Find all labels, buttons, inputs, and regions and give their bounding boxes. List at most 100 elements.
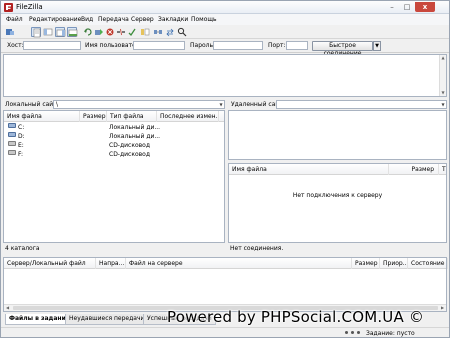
remote-status: Нет соединения. [230, 245, 284, 252]
scroll-down-icon[interactable]: ▼ [440, 90, 446, 96]
column-status[interactable]: Состояние [408, 258, 448, 269]
local-site-bar: Локальный сайт: \ ▼ [3, 99, 225, 110]
local-site-path-value: \ [56, 101, 59, 108]
menu-view[interactable]: Вид [81, 16, 93, 23]
toolbar [1, 25, 449, 39]
refresh-icon[interactable] [83, 27, 93, 37]
port-input[interactable] [286, 41, 308, 50]
minimize-button[interactable]: – [385, 2, 399, 12]
local-status: 4 каталога [5, 245, 40, 252]
scroll-left-icon[interactable]: ◀ [4, 305, 11, 311]
username-input[interactable] [133, 41, 185, 50]
search-files-icon[interactable] [177, 27, 187, 37]
file-name: C: [18, 124, 25, 131]
queue-header: Сервер/Локальный файл Напра... Файл на с… [4, 258, 448, 269]
menu-file[interactable]: Файл [6, 16, 23, 23]
local-file-list[interactable]: Имя файла Размер Тип файла Последнее изм… [3, 110, 225, 243]
column-filetype[interactable]: Т [439, 164, 446, 175]
local-site-label: Локальный сайт: [5, 101, 59, 108]
file-type: Локальный ди... [109, 124, 161, 131]
menu-bookmarks[interactable]: Закладки [158, 16, 188, 23]
file-name: D: [18, 133, 25, 140]
remote-file-list[interactable]: Имя файла Размер Т Нет подключения к сер… [228, 163, 447, 243]
column-size[interactable]: Размер [352, 258, 380, 269]
file-name: F: [18, 151, 24, 158]
quickconnect-button[interactable]: Быстрое соединение [312, 41, 373, 57]
tab-failed-transfers[interactable]: Неудавшиеся передачи [65, 314, 149, 325]
file-row[interactable]: E: CD-дисковод [4, 141, 224, 150]
file-row[interactable]: D: Локальный ди... [4, 132, 224, 141]
filezilla-window: FileZilla – □ x Файл Редактирование Вид … [0, 0, 450, 338]
remote-site-bar: Удаленный сайт: ▼ [228, 99, 447, 110]
menu-transfer[interactable]: Передача [98, 16, 129, 23]
column-filename[interactable]: Имя файла [4, 111, 80, 122]
close-button[interactable]: x [415, 2, 435, 12]
scroll-right-icon[interactable]: ▶ [439, 305, 446, 311]
quickconnect-bar: Хост: Имя пользователя Пароль: Порт: Быс… [1, 39, 449, 57]
process-queue-icon[interactable] [94, 27, 104, 37]
disconnect-icon[interactable] [116, 27, 126, 37]
cd-drive-icon [8, 141, 16, 146]
status-bar: Задание: пусто [1, 327, 449, 337]
filezilla-logo-icon [4, 3, 13, 12]
not-connected-message: Нет подключения к серверу [292, 192, 383, 199]
column-size[interactable]: Размер [80, 111, 107, 122]
menu-bar: Файл Редактирование Вид Передача Сервер … [1, 14, 449, 25]
message-log[interactable]: ▲ ▼ [3, 54, 447, 97]
file-row[interactable]: F: CD-дисковод [4, 150, 224, 159]
file-row[interactable]: C: Локальный ди... [4, 123, 224, 132]
maximize-button[interactable]: □ [400, 2, 414, 12]
toggle-local-tree-icon[interactable] [43, 27, 53, 37]
column-size[interactable]: Размер [389, 164, 439, 175]
activity-led-icon [351, 331, 354, 334]
local-disk-icon [8, 123, 16, 128]
chevron-down-icon[interactable]: ▼ [440, 101, 446, 108]
local-site-path[interactable]: \ ▼ [53, 100, 225, 109]
site-manager-icon[interactable] [5, 27, 15, 37]
transfer-queue[interactable]: Сервер/Локальный файл Напра... Файл на с… [3, 257, 448, 312]
column-filename[interactable]: Имя файла [229, 164, 389, 175]
column-server-local-file[interactable]: Сервер/Локальный файл [4, 258, 96, 269]
cancel-operation-icon[interactable] [105, 27, 115, 37]
port-label: Порт: [268, 42, 286, 49]
menu-server[interactable]: Сервер [131, 16, 154, 23]
column-priority[interactable]: Приор... [380, 258, 408, 269]
remote-directory-tree[interactable] [228, 110, 447, 160]
password-input[interactable] [213, 41, 263, 50]
quickconnect-history-dropdown[interactable]: ▼ [373, 41, 381, 51]
file-type: CD-дисковод [109, 142, 150, 149]
activity-led-icon [357, 331, 360, 334]
directory-listing-filters-icon[interactable] [140, 27, 150, 37]
local-file-list-header: Имя файла Размер Тип файла Последнее изм… [4, 111, 224, 122]
toggle-log-icon[interactable] [31, 27, 41, 38]
column-remote-file[interactable]: Файл на сервере [126, 258, 352, 269]
scroll-up-icon[interactable]: ▲ [440, 55, 446, 61]
column-filetype[interactable]: Тип файла [107, 111, 157, 122]
toggle-queue-icon[interactable] [67, 27, 78, 37]
compare-directories-icon[interactable] [153, 27, 163, 37]
watermark-text: Powered by PHPSocial.COM.UA © [167, 308, 425, 326]
remote-site-path[interactable]: ▼ [276, 100, 447, 109]
column-direction[interactable]: Напра... [96, 258, 126, 269]
menu-edit[interactable]: Редактирование [29, 16, 81, 23]
window-title: FileZilla [16, 3, 43, 11]
reconnect-icon[interactable] [127, 27, 137, 37]
local-disk-icon [8, 132, 16, 137]
queue-status: Задание: пусто [366, 330, 415, 337]
title-bar: FileZilla – □ x [1, 1, 449, 14]
toggle-remote-tree-icon[interactable] [55, 27, 66, 37]
sync-browsing-icon[interactable] [165, 27, 175, 37]
column-modified[interactable]: Последнее измен... [157, 111, 219, 122]
password-label: Пароль: [190, 42, 216, 49]
host-label: Хост: [7, 42, 24, 49]
file-type: CD-дисковод [109, 151, 150, 158]
log-scrollbar[interactable]: ▲ ▼ [439, 55, 446, 96]
menu-help[interactable]: Помощь [191, 16, 217, 23]
cd-drive-icon [8, 150, 16, 155]
activity-led-icon [345, 331, 348, 334]
remote-file-list-header: Имя файла Размер Т [229, 164, 446, 175]
chevron-down-icon[interactable]: ▼ [218, 101, 224, 108]
tab-queued-files[interactable]: Файлы в задании [5, 314, 74, 325]
host-input[interactable] [23, 41, 81, 50]
file-name: E: [18, 142, 24, 149]
